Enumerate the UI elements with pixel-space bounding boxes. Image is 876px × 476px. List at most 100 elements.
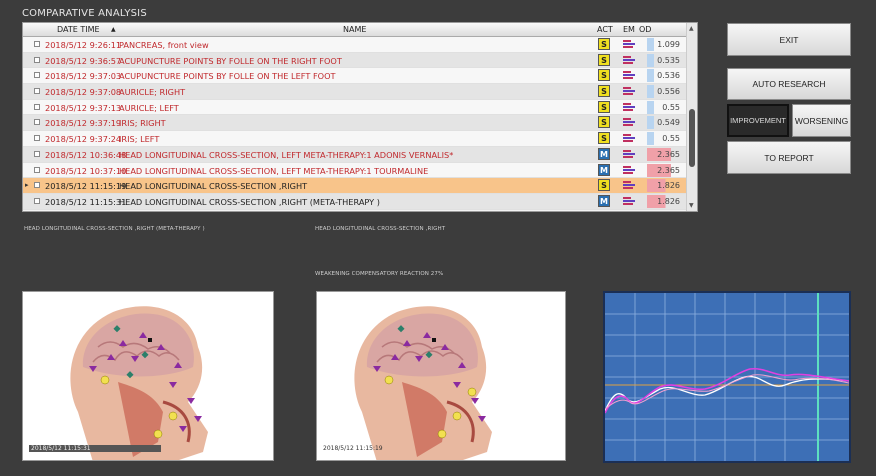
em-spectrum-icon[interactable] (623, 165, 635, 175)
scroll-up-icon[interactable]: ▲ (689, 25, 694, 32)
row-checkbox[interactable] (34, 56, 40, 63)
row-date: 2018/5/12 9:37:08 (45, 87, 122, 98)
row-act-badge: S (598, 116, 610, 129)
table-row[interactable]: 2018/5/12 9:26:11 PANCREAS, front view S 1.… (23, 37, 687, 53)
row-name: AURICLE; RIGHT (119, 87, 186, 98)
row-pointer-icon: ▸ (25, 181, 29, 190)
row-date: 2018/5/12 9:36:57 (45, 55, 122, 66)
row-od-value: 0.536 (657, 71, 680, 81)
table-row[interactable]: 2018/5/12 10:36:48 HEAD LONGITUDINAL CROS… (23, 146, 687, 163)
left-head-image: 2018/5/12 11:15:31 (22, 291, 274, 461)
row-date: 2018/5/12 9:37:24 (45, 134, 122, 145)
em-spectrum-icon[interactable] (623, 102, 635, 112)
row-checkbox[interactable] (34, 182, 40, 189)
row-checkbox[interactable] (34, 88, 40, 95)
row-name: HEAD LONGITUDINAL CROSS-SECTION ,RIGHT (119, 181, 308, 192)
series-magenta (604, 367, 850, 414)
table-body: 2018/5/12 9:26:11 PANCREAS, front view S 1.… (23, 37, 687, 210)
row-od-value: 1.826 (657, 196, 680, 206)
table-row[interactable]: 2018/5/12 11:15:31 HEAD LONGITUDINAL CROS… (23, 193, 687, 210)
col-od[interactable]: OD (639, 25, 651, 34)
col-name[interactable]: NAME (343, 25, 366, 34)
row-name: ACUPUNCTURE POINTS BY FOLLE ON THE RIGHT… (119, 55, 342, 66)
row-name: PANCREAS, front view (119, 40, 209, 50)
col-date-time[interactable]: DATE TIME (57, 25, 100, 34)
row-checkbox[interactable] (34, 119, 40, 126)
col-act[interactable]: ACT (597, 25, 613, 34)
row-act-badge: S (598, 69, 610, 82)
table-scrollbar[interactable]: ▲ ▼ (686, 23, 697, 211)
scroll-thumb[interactable] (689, 109, 695, 167)
em-spectrum-icon[interactable] (623, 196, 635, 206)
row-act-badge: S (598, 38, 610, 50)
right-image-caption: HEAD LONGITUDINAL CROSS-SECTION ,RIGHT (315, 226, 446, 232)
row-date: 2018/5/12 10:37:10 (45, 165, 127, 176)
row-date: 2018/5/12 9:37:19 (45, 118, 122, 129)
auto-research-button[interactable]: AUTO RESEARCH (727, 68, 851, 100)
row-date: 2018/5/12 10:36:48 (45, 149, 127, 160)
row-act-badge: S (598, 100, 610, 113)
worsening-button[interactable]: WORSENING (792, 104, 851, 137)
row-act-badge: S (598, 53, 610, 66)
row-od-value: 0.55 (662, 134, 680, 144)
to-report-button[interactable]: TO REPORT (727, 141, 851, 174)
row-name: HEAD LONGITUDINAL CROSS-SECTION, LEFT ME… (119, 149, 454, 160)
em-spectrum-icon[interactable] (623, 118, 635, 127)
row-od-value: 2.365 (657, 149, 680, 159)
table-row[interactable]: 2018/5/12 9:37:13 AURICLE; LEFT S 0.55 (23, 99, 687, 116)
table-row[interactable]: 2018/5/12 9:37:03 ACUPUNCTURE POINTS BY F… (23, 68, 687, 85)
table-row[interactable]: ▸ 2018/5/12 11:15:19 HEAD LONGITUDINAL CRO… (23, 178, 687, 194)
row-od-value: 0.535 (657, 55, 680, 65)
row-od-value: 0.549 (657, 118, 680, 128)
em-spectrum-icon[interactable] (623, 181, 635, 190)
sort-asc-icon[interactable]: ▲ (111, 26, 116, 33)
row-date: 2018/5/12 9:37:13 (45, 102, 122, 113)
row-date: 2018/5/12 11:15:19 (45, 181, 127, 192)
row-od-value: 1.826 (657, 181, 680, 191)
em-spectrum-icon[interactable] (623, 40, 635, 49)
reaction-caption: WEAKENING COMPENSATORY REACTION 27% (315, 271, 444, 277)
row-checkbox[interactable] (34, 41, 40, 47)
row-date: 2018/5/12 9:37:03 (45, 71, 122, 82)
exit-button[interactable]: EXIT (727, 23, 851, 56)
row-od-value: 0.556 (657, 87, 680, 97)
row-date: 2018/5/12 11:15:31 (45, 196, 127, 207)
row-od-value: 1.099 (657, 40, 680, 49)
col-em[interactable]: EM (623, 25, 635, 34)
analysis-table: DATE TIME ▲ NAME ACT EM OD 2018/5/12 9:2… (22, 22, 698, 212)
right-image-timestamp: 2018/5/12 11:15:19 (323, 445, 383, 452)
right-head-image: 2018/5/12 11:15:19 (316, 291, 566, 461)
row-checkbox[interactable] (34, 72, 40, 79)
row-checkbox[interactable] (34, 103, 40, 110)
improvement-button[interactable]: IMPROVEMENT (727, 104, 789, 137)
table-header: DATE TIME ▲ NAME ACT EM OD (23, 23, 687, 37)
row-act-badge: M (598, 194, 610, 207)
row-name: AURICLE; LEFT (119, 102, 179, 113)
row-checkbox[interactable] (34, 150, 40, 157)
table-row[interactable]: 2018/5/12 9:37:08 AURICLE; RIGHT S 0.556 (23, 84, 687, 100)
series-white (604, 375, 850, 412)
table-row[interactable]: 2018/5/12 9:36:57 ACUPUNCTURE POINTS BY F… (23, 52, 687, 69)
table-row[interactable]: 2018/5/12 10:37:10 HEAD LONGITUDINAL CROS… (23, 162, 687, 179)
em-spectrum-icon[interactable] (623, 71, 635, 80)
row-od-value: 0.55 (662, 102, 680, 112)
em-spectrum-icon[interactable] (623, 134, 635, 143)
left-image-timestamp: 2018/5/12 11:15:31 (29, 445, 161, 452)
table-row[interactable]: 2018/5/12 9:37:19 IRIS; RIGHT S 0.549 (23, 115, 687, 132)
em-spectrum-icon[interactable] (623, 87, 635, 96)
window-title: COMPARATIVE ANALYSIS (22, 8, 147, 19)
scroll-down-icon[interactable]: ▼ (689, 202, 694, 209)
row-checkbox[interactable] (34, 166, 40, 173)
em-spectrum-icon[interactable] (623, 149, 635, 159)
row-name: IRIS; RIGHT (119, 118, 166, 129)
row-od-value: 2.365 (657, 165, 680, 175)
row-name: HEAD LONGITUDINAL CROSS-SECTION, LEFT ME… (119, 165, 429, 176)
em-spectrum-icon[interactable] (623, 55, 635, 65)
spectrum-plot (604, 293, 850, 461)
row-checkbox[interactable] (34, 197, 40, 204)
head-illustration-right (354, 306, 492, 460)
row-act-badge: S (598, 179, 610, 192)
table-row[interactable]: 2018/5/12 9:37:24 IRIS; LEFT S 0.55 (23, 131, 687, 147)
row-act-badge: S (598, 132, 610, 145)
row-checkbox[interactable] (34, 135, 40, 142)
